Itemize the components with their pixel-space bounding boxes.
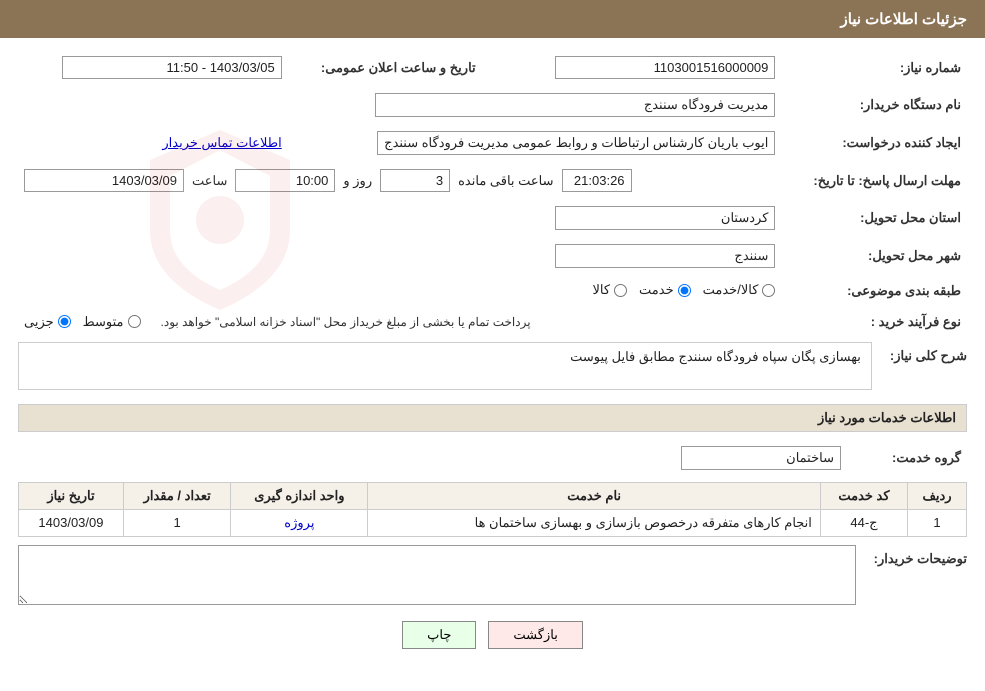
service-info-section-title: اطلاعات خدمات مورد نیاز — [18, 404, 967, 432]
radio-kala-khedmat[interactable] — [762, 284, 775, 297]
purchase-type-medium[interactable]: متوسط — [83, 314, 141, 330]
response-days: 3 — [380, 169, 450, 192]
description-box: بهسازی پگان سپاه فرودگاه سنندج مطابق فای… — [18, 342, 872, 390]
buyer-org-value: مدیریت فرودگاه سنندج — [375, 93, 775, 117]
category-option-kala-khedmat[interactable]: کالا/خدمت — [703, 282, 776, 298]
category-radio-group: کالا/خدمت خدمت کالا — [592, 282, 775, 298]
back-button[interactable]: بازگشت — [488, 621, 582, 649]
description-section: شرح کلی نیاز: بهسازی پگان سپاه فرودگاه س… — [18, 342, 967, 394]
category-option-kala[interactable]: کالا — [592, 282, 627, 298]
col-header-unit: واحد اندازه گیری — [231, 482, 368, 509]
buyer-notes-section: توضیحات خریدار: — [18, 545, 967, 605]
table-row: 1 ج-44 انجام کارهای متفرقه درخصوص بازساز… — [19, 509, 967, 536]
creator-value: ایوب باریان کارشناس ارتباطات و روابط عمو… — [377, 131, 775, 155]
day-label: روز و — [343, 173, 372, 189]
col-header-name: نام خدمت — [368, 482, 821, 509]
city-value: سنندج — [555, 244, 775, 268]
cell-unit: پروژه — [231, 509, 368, 536]
province-value: کردستان — [555, 206, 775, 230]
page-title: جزئیات اطلاعات نیاز — [841, 11, 968, 28]
response-date: 1403/03/09 — [24, 169, 184, 192]
col-header-row: ردیف — [908, 482, 967, 509]
page-content: شماره نیاز: 1103001516000009 تاریخ و ساع… — [0, 38, 985, 679]
city-label: شهر محل تحویل: — [781, 240, 967, 272]
action-buttons: بازگشت چاپ — [18, 621, 967, 649]
service-group-label: گروه خدمت: — [847, 442, 967, 474]
page-wrapper: جزئیات اطلاعات نیاز شماره نیاز: 11030015… — [0, 0, 985, 691]
purchase-type-radio-group: متوسط جزیی — [24, 314, 141, 330]
description-value: بهسازی پگان سپاه فرودگاه سنندج مطابق فای… — [570, 349, 861, 364]
col-header-qty: تعداد / مقدار — [123, 482, 231, 509]
need-number-value: 1103001516000009 — [555, 56, 775, 79]
service-group-table: گروه خدمت: ساختمان — [18, 442, 967, 474]
label-partial: جزیی — [24, 314, 54, 330]
cell-code: ج-44 — [820, 509, 907, 536]
purchase-type-note: پرداخت تمام یا بخشی از مبلغ خریداز محل "… — [161, 315, 531, 329]
purchase-type-partial[interactable]: جزیی — [24, 314, 71, 330]
col-header-code: کد خدمت — [820, 482, 907, 509]
radio-medium[interactable] — [128, 315, 141, 328]
service-group-value: ساختمان — [681, 446, 841, 470]
label-kala: کالا — [592, 282, 610, 298]
remaining-label: ساعت باقی مانده — [458, 173, 553, 189]
label-kala-khedmat: کالا/خدمت — [703, 282, 759, 298]
label-medium: متوسط — [83, 314, 124, 330]
cell-date: 1403/03/09 — [19, 509, 124, 536]
page-header: جزئیات اطلاعات نیاز — [0, 0, 985, 38]
announce-date-label: تاریخ و ساعت اعلان عمومی: — [288, 52, 482, 83]
radio-partial[interactable] — [58, 315, 71, 328]
cell-row: 1 — [908, 509, 967, 536]
print-button[interactable]: چاپ — [402, 621, 476, 649]
buyer-notes-label: توضیحات خریدار: — [874, 545, 967, 567]
label-khedmat: خدمت — [639, 282, 674, 298]
deadline-label: مهلت ارسال پاسخ: تا تاریخ: — [781, 165, 967, 196]
services-table: ردیف کد خدمت نام خدمت واحد اندازه گیری ت… — [18, 482, 967, 537]
col-header-date: تاریخ نیاز — [19, 482, 124, 509]
cell-qty: 1 — [123, 509, 231, 536]
buyer-org-label: نام دستگاه خریدار: — [781, 89, 967, 121]
radio-kala[interactable] — [614, 284, 627, 297]
response-time: 10:00 — [235, 169, 335, 192]
top-info-table: شماره نیاز: 1103001516000009 تاریخ و ساع… — [18, 52, 967, 334]
buyer-notes-input[interactable] — [18, 545, 856, 605]
time-label: ساعت — [192, 173, 227, 189]
buyer-notes-wrapper — [18, 545, 856, 605]
category-label: طبقه بندی موضوعی: — [781, 278, 967, 304]
creator-contact-link[interactable]: اطلاعات تماس خریدار — [162, 135, 281, 150]
announce-date-value: 1403/03/05 - 11:50 — [62, 56, 282, 79]
category-option-khedmat[interactable]: خدمت — [639, 282, 691, 298]
remaining-time: 21:03:26 — [562, 169, 632, 192]
creator-label: ایجاد کننده درخواست: — [781, 127, 967, 159]
cell-name: انجام کارهای متفرقه درخصوص بازسازی و بهس… — [368, 509, 821, 536]
description-label: شرح کلی نیاز: — [890, 342, 967, 364]
radio-khedmat[interactable] — [678, 284, 691, 297]
province-label: استان محل تحویل: — [781, 202, 967, 234]
purchase-type-label: نوع فرآیند خرید : — [781, 310, 967, 334]
need-number-label: شماره نیاز: — [781, 52, 967, 83]
